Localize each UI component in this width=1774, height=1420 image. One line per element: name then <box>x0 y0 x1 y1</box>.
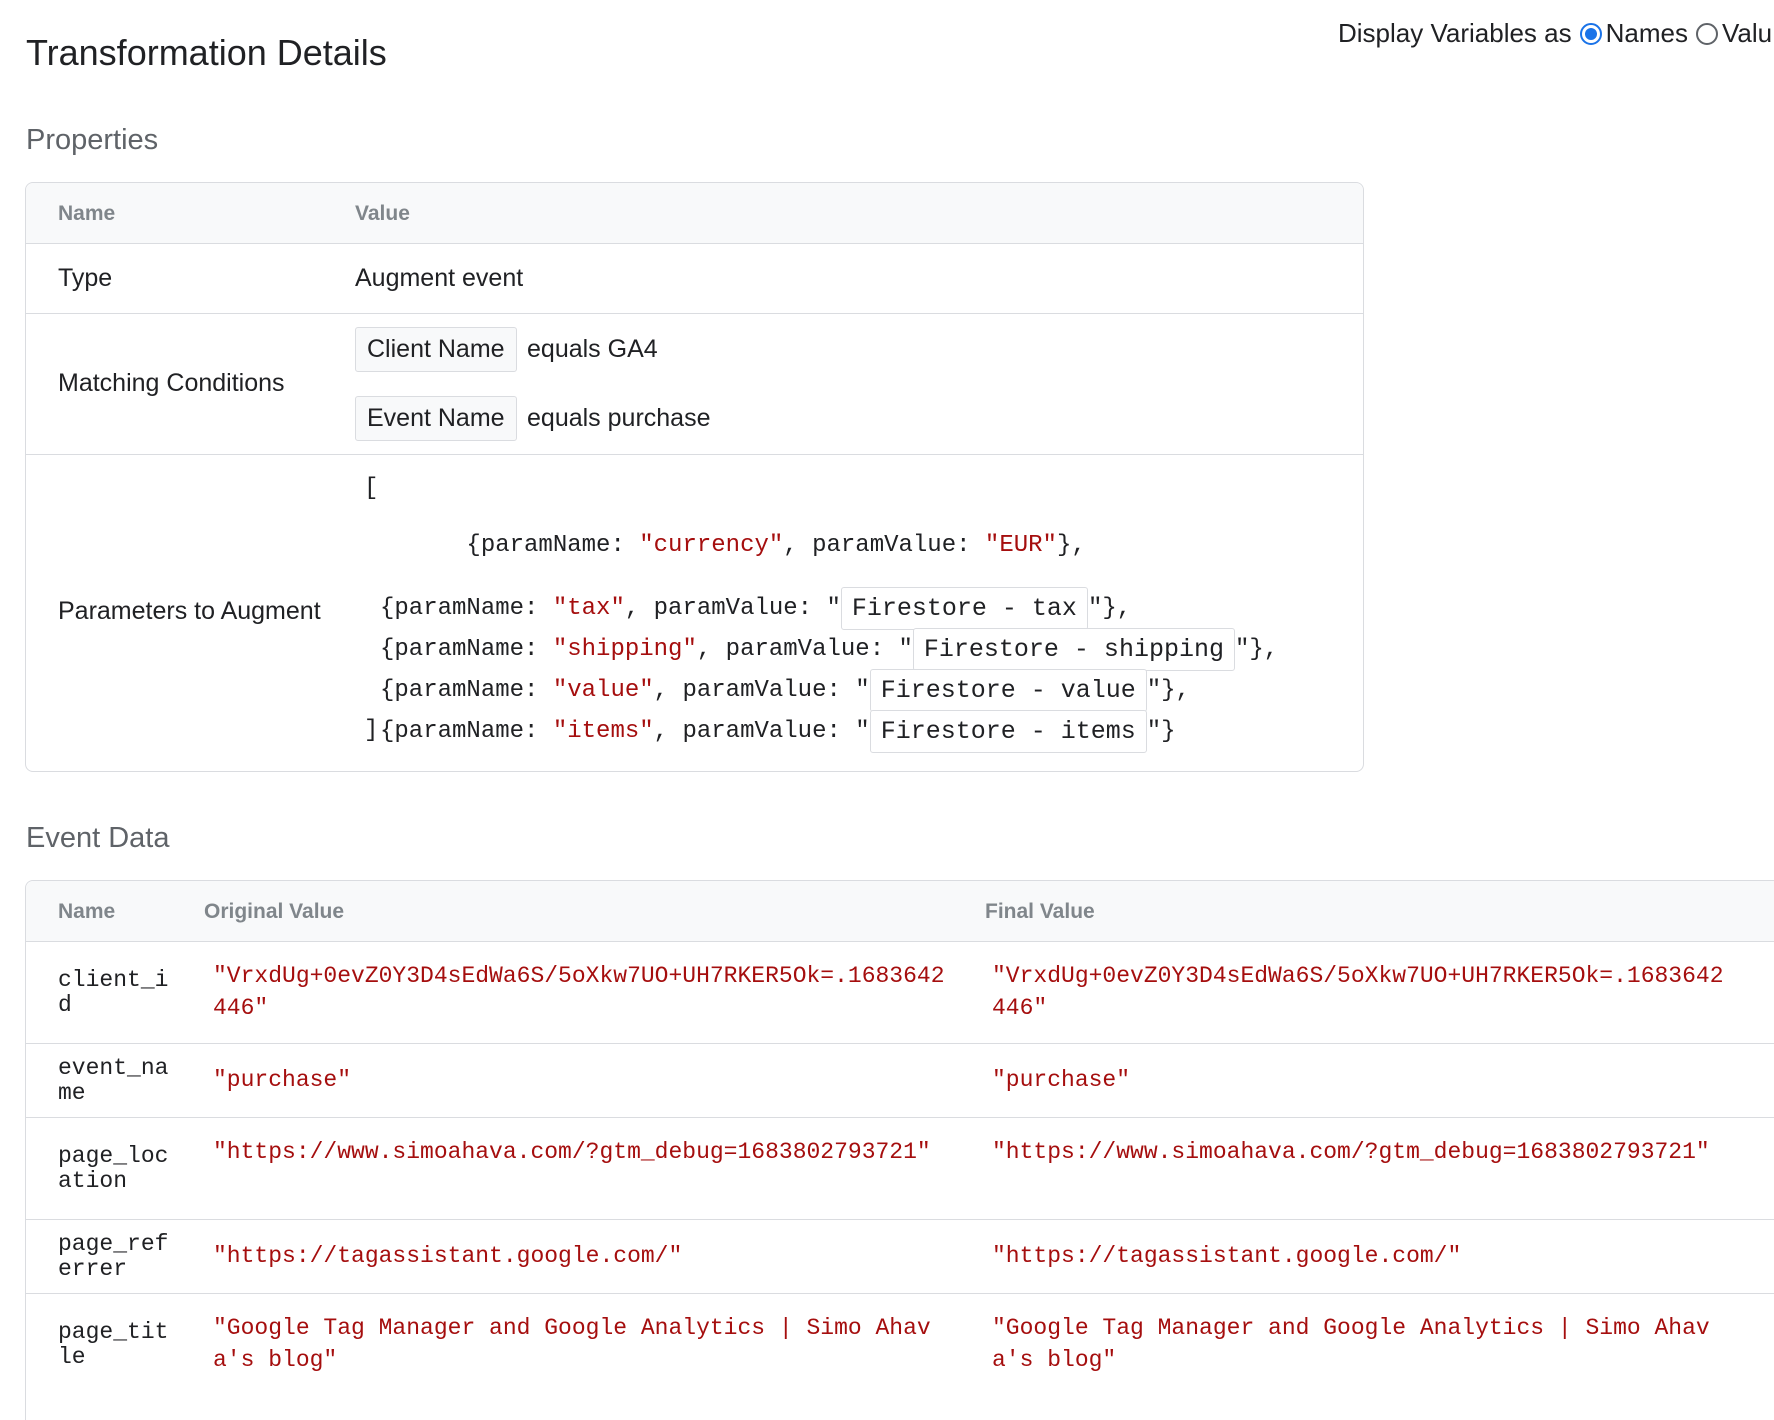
condition-text: equals purchase <box>527 404 711 432</box>
original-value: "Google Tag Manager and Google Analytics… <box>213 1315 931 1373</box>
variable-chip-firestore-items[interactable]: Firestore - items <box>869 710 1147 753</box>
type-value: Augment event <box>355 264 524 292</box>
open-bracket: [ <box>364 475 379 502</box>
original-value: "VrxdUg+0evZ0Y3D4sEdWa6S/5oXkw7UO+UH7RKE… <box>213 963 945 1021</box>
header-final-value: Final Value <box>985 900 1095 923</box>
event-param-name: page_title <box>58 1319 169 1370</box>
header-value: Value <box>355 202 410 225</box>
table-row: page_referrer "https://tagassistant.goog… <box>26 1220 1774 1294</box>
condition-item: Event Name equals purchase <box>355 396 710 441</box>
display-variables-toggle: Display Variables as Names Valu <box>1338 18 1772 49</box>
final-value: "Google Tag Manager and Google Analytics… <box>992 1315 1710 1373</box>
param-name-string: "items" <box>552 718 654 745</box>
header-name: Name <box>58 900 116 923</box>
table-row: event_name "purchase" "purchase" <box>26 1044 1774 1118</box>
properties-table: Name Value Type Augment event Matching C… <box>25 182 1364 772</box>
page-title: Transformation Details <box>26 32 387 73</box>
code-text: "}, <box>1234 636 1279 663</box>
header-original-value: Original Value <box>204 900 345 923</box>
close-bracket: ] <box>364 717 379 744</box>
code-text: "} <box>1146 718 1176 745</box>
original-value: "purchase" <box>213 1067 352 1093</box>
code-line-items: {paramName: "items", paramValue: " Firest… <box>380 656 1176 807</box>
display-variables-label: Display Variables as <box>1338 18 1572 48</box>
table-row: page_location "https://www.simoahava.com… <box>26 1118 1774 1220</box>
values-radio[interactable] <box>1695 22 1718 45</box>
final-value: "VrxdUg+0evZ0Y3D4sEdWa6S/5oXkw7UO+UH7RKE… <box>992 963 1724 1021</box>
values-radio-label[interactable]: Valu <box>1722 18 1772 49</box>
table-row: page_title "Google Tag Manager and Googl… <box>26 1294 1774 1395</box>
table-row-matching-conditions: Matching Conditions Client Name equals G… <box>26 314 1363 455</box>
event-param-name: event_name <box>58 1055 169 1106</box>
table-row: client_id "VrxdUg+0evZ0Y3D4sEdWa6S/5oXkw… <box>26 942 1774 1044</box>
original-value: "https://www.simoahava.com/?gtm_debug=16… <box>213 1139 931 1165</box>
properties-section-title: Properties <box>26 124 159 156</box>
matching-conditions-label: Matching Conditions <box>58 369 285 397</box>
names-radio[interactable] <box>1579 22 1602 45</box>
final-value: "https://tagassistant.google.com/" <box>992 1243 1462 1269</box>
event-param-name: page_referrer <box>58 1231 169 1282</box>
type-label: Type <box>58 264 113 292</box>
table-row-type: Type Augment event <box>26 243 1363 314</box>
original-value: "https://tagassistant.google.com/" <box>213 1243 683 1269</box>
table-row-parameters: Parameters to Augment [ {paramName: "cur… <box>26 455 1363 773</box>
names-radio-label[interactable]: Names <box>1606 18 1688 49</box>
event-param-name: client_id <box>58 967 169 1018</box>
parameters-label: Parameters to Augment <box>58 597 321 625</box>
code-text: {paramName: <box>380 718 553 745</box>
event-data-section-title: Event Data <box>26 822 170 854</box>
event-param-name: page_location <box>58 1143 169 1194</box>
code-text: , paramValue: " <box>653 718 870 745</box>
final-value: "purchase" <box>992 1067 1131 1093</box>
condition-text: equals GA4 <box>527 335 658 363</box>
header-name: Name <box>58 202 116 225</box>
final-value: "https://www.simoahava.com/?gtm_debug=16… <box>992 1139 1710 1165</box>
variable-chip-client-name[interactable]: Client Name <box>355 327 517 372</box>
variable-chip-event-name[interactable]: Event Name <box>355 396 517 441</box>
condition-item: Client Name equals GA4 <box>355 327 658 372</box>
properties-table-header: Name Value <box>26 183 1363 244</box>
event-data-table-header: Name Original Value Final Value <box>26 881 1774 942</box>
event-data-table: Name Original Value Final Value client_i… <box>25 880 1774 1420</box>
